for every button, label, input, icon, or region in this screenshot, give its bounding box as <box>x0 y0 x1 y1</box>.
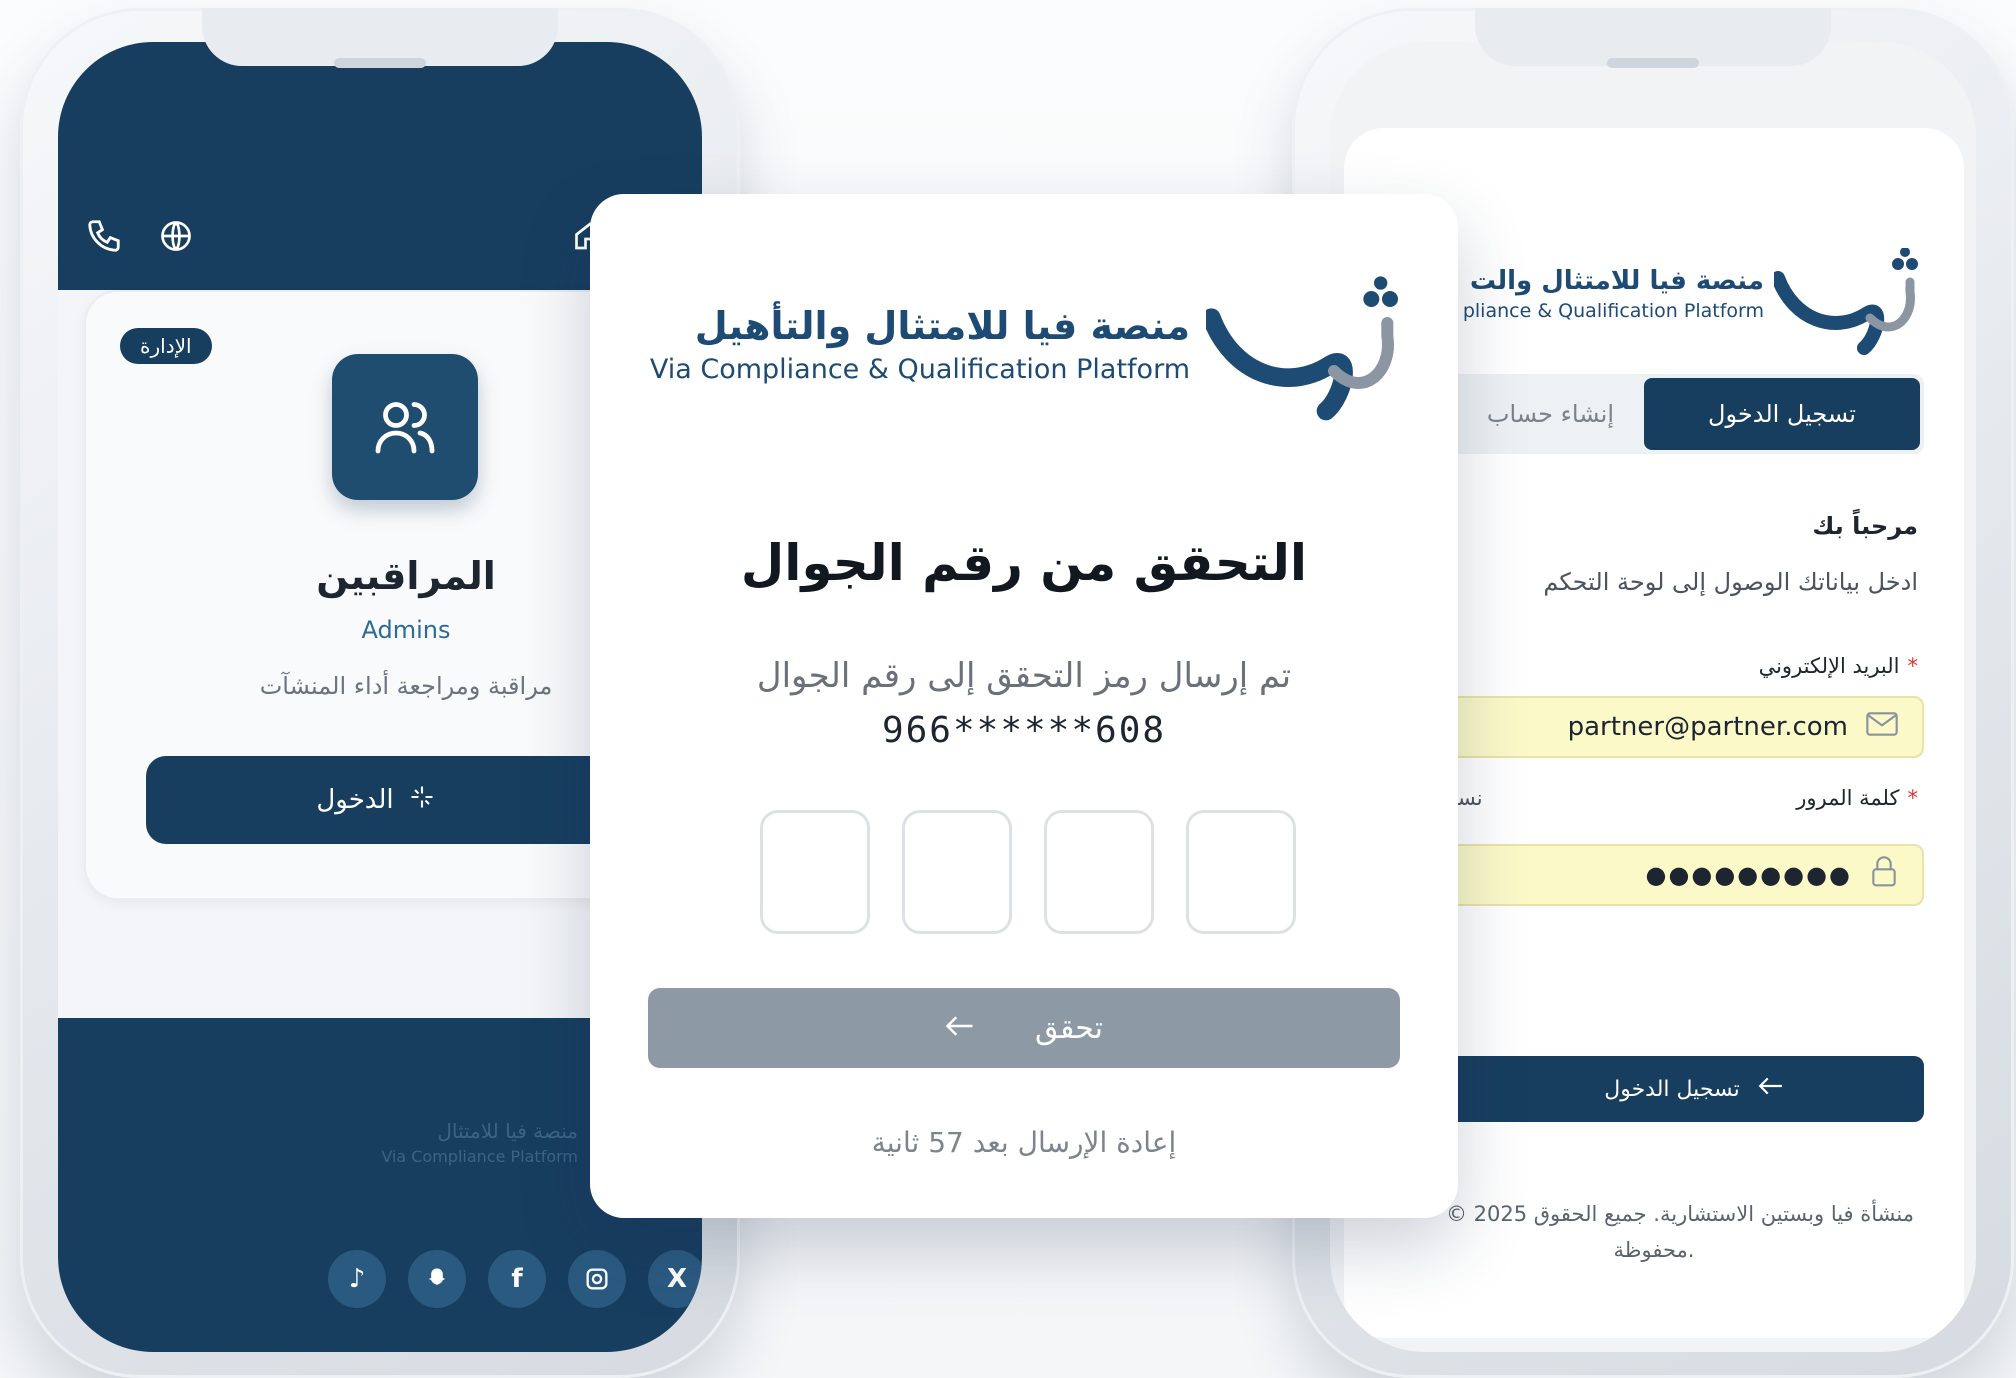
brand-logo-icon <box>1206 276 1398 421</box>
otp-description: تم إرسال رمز التحقق إلى رقم الجوال <box>756 656 1292 696</box>
instruction-text: ادخل بياناتك الوصول إلى لوحة التحكم <box>1543 568 1918 596</box>
brand-logo-icon <box>1774 248 1918 355</box>
phone-icon[interactable] <box>82 214 126 258</box>
footer-logo-ar: منصة فيا للامتثال <box>437 1119 578 1143</box>
submit-login-button[interactable]: تسجيل الدخول <box>1384 1056 1924 1122</box>
email-label-text: البريد الإلكتروني <box>1758 654 1900 678</box>
email-value: partner@partner.com <box>1567 712 1848 742</box>
copyright: © 2025 منشأة فيا وبستين الاستشارية. جميع… <box>1384 1196 1914 1268</box>
footer-logo-en: Via Compliance Platform <box>381 1147 578 1166</box>
copyright-line1: © 2025 منشأة فيا وبستين الاستشارية. جميع… <box>1445 1202 1914 1226</box>
arrow-left-icon <box>945 1011 975 1046</box>
globe-icon[interactable] <box>154 214 198 258</box>
facebook-icon[interactable]: f <box>488 1250 546 1308</box>
otp-inputs <box>760 810 1296 934</box>
masked-phone-number: 966******608 <box>881 710 1167 751</box>
brand-name-ar: منصة فيا للامتثال والتأهيل <box>694 304 1190 348</box>
otp-digit-input[interactable] <box>1186 810 1296 934</box>
brand-name-en: pliance & Qualification Platform <box>1462 300 1764 322</box>
instagram-icon[interactable] <box>568 1250 626 1308</box>
password-field[interactable]: ●●●●●●●●● <box>1384 844 1924 906</box>
otp-digit-input[interactable] <box>902 810 1012 934</box>
password-value: ●●●●●●●●● <box>1645 861 1852 889</box>
resend-countdown: إعادة الإرسال بعد 57 ثانية <box>871 1126 1177 1159</box>
submit-label: تسجيل الدخول <box>1604 1076 1740 1102</box>
brand-name-ar: منصة فيا للامتثال والت <box>1469 266 1764 296</box>
page-title: التحقق من رقم الجوال <box>740 534 1308 592</box>
otp-digit-input[interactable] <box>1044 810 1154 934</box>
social-links: ♪ f X <box>328 1250 702 1308</box>
login-button-label: الدخول <box>316 785 394 815</box>
users-icon <box>332 354 478 500</box>
snapchat-icon[interactable] <box>408 1250 466 1308</box>
password-label-text: كلمة المرور <box>1796 786 1900 810</box>
password-label: كلمة المرور * <box>1796 786 1918 810</box>
sparkle-icon <box>408 783 436 818</box>
mail-icon <box>1866 711 1898 744</box>
tab-login[interactable]: تسجيل الدخول <box>1644 378 1920 450</box>
auth-tabs: إنشاء حساب تسجيل الدخول <box>1384 374 1924 454</box>
copyright-line2: محفوظة. <box>1613 1238 1695 1262</box>
welcome-heading: مرحباً بك <box>1812 512 1918 540</box>
arrow-left-icon <box>1758 1076 1784 1102</box>
otp-digit-input[interactable] <box>760 810 870 934</box>
lock-icon <box>1870 855 1898 895</box>
footer-logo: منصة فيا للامتثال Via Compliance Platfor… <box>358 1118 578 1170</box>
role-badge: الإدارة <box>120 328 212 364</box>
brand-name-en: Via Compliance & Qualification Platform <box>649 354 1190 385</box>
speaker <box>334 58 426 68</box>
x-icon[interactable]: X <box>648 1250 702 1308</box>
email-field[interactable]: partner@partner.com <box>1384 696 1924 758</box>
email-label: البريد الإلكتروني * <box>1758 654 1918 678</box>
verify-button[interactable]: تحقق <box>648 988 1400 1068</box>
verify-button-label: تحقق <box>1035 1010 1103 1046</box>
tiktok-icon[interactable]: ♪ <box>328 1250 386 1308</box>
otp-verification-card: منصة فيا للامتثال والتأهيل Via Complianc… <box>590 194 1458 1218</box>
speaker <box>1607 58 1699 68</box>
